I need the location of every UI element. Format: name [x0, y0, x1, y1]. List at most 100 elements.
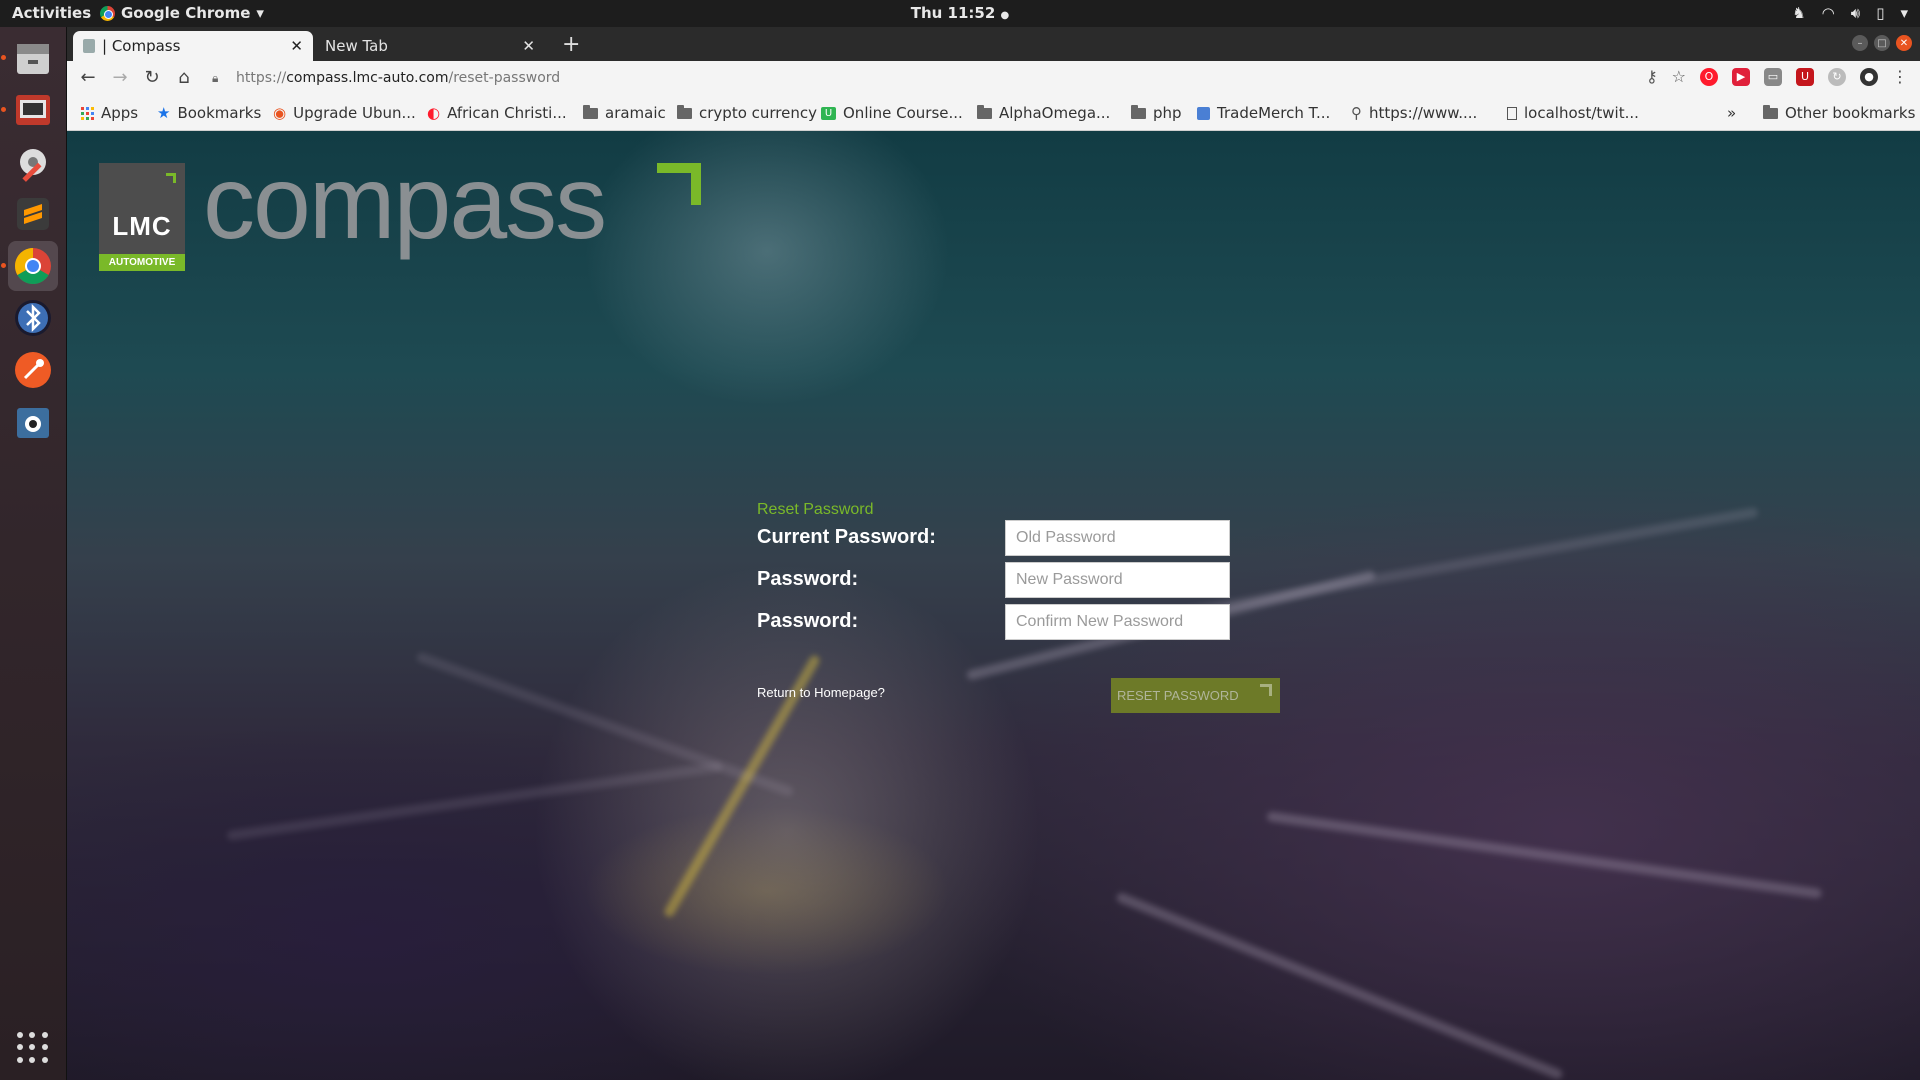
bookmark-localhost-twit[interactable]: localhost/twit...	[1507, 104, 1639, 122]
opera-extension-icon[interactable]: O	[1700, 67, 1718, 86]
bookmark-label: TradeMerch T...	[1217, 104, 1331, 122]
reset-button-label: RESET PASSWORD	[1117, 688, 1239, 703]
page-favicon-icon	[83, 39, 95, 53]
volume-icon[interactable]: 🔊︎	[1851, 4, 1860, 22]
return-to-homepage-link[interactable]: Return to Homepage?	[757, 685, 885, 700]
bookmark-upgrade-ubuntu[interactable]: ◉ Upgrade Ubun...	[273, 104, 416, 122]
battery-icon[interactable]: ▯	[1876, 4, 1884, 22]
tab-new-tab[interactable]: New Tab ✕	[315, 31, 545, 61]
key-icon[interactable]: ⚷	[1646, 67, 1658, 86]
chevron-down-icon: ▾	[256, 4, 264, 22]
home-icon[interactable]: ⌂	[171, 65, 197, 91]
tab-label: | Compass	[102, 37, 181, 55]
wordmark-corner-mark	[657, 163, 701, 205]
bookmark-label: Apps	[101, 104, 139, 122]
bookmark-aramaic[interactable]: aramaic	[583, 104, 666, 122]
maximize-icon[interactable]: □	[1874, 35, 1890, 51]
folder-icon	[977, 104, 992, 119]
sublime-text-icon[interactable]	[8, 189, 58, 239]
folder-icon	[677, 104, 692, 119]
system-top-bar: Activities Google Chrome ▾ Thu 11:52 ● ♞…	[0, 0, 1920, 27]
reload-icon[interactable]: ↻	[139, 65, 165, 91]
files-icon[interactable]	[8, 33, 58, 83]
extension-icon[interactable]: ▭	[1764, 67, 1782, 86]
lmc-logo[interactable]: LMC AUTOMOTIVE	[99, 163, 185, 271]
new-tab-icon[interactable]: +	[562, 32, 580, 57]
forward-arrow-icon[interactable]: →	[107, 65, 133, 91]
ubuntu-icon: ◉	[273, 104, 287, 122]
page-icon	[1507, 106, 1517, 120]
menu-kebab-icon[interactable]: ⋮	[1892, 67, 1908, 86]
bookmark-label: Other bookmarks	[1785, 104, 1916, 122]
site-icon: ⚲	[1351, 104, 1362, 122]
url-path: /reset-password	[448, 70, 561, 86]
presentation-app-icon[interactable]	[8, 85, 58, 135]
bookmark-label: crypto currency	[699, 104, 817, 122]
new-password-label: Password:	[757, 568, 859, 590]
background-light-streak	[1115, 891, 1564, 1080]
close-tab-icon[interactable]: ✕	[522, 37, 535, 55]
lock-icon: 🔒︎	[212, 70, 219, 85]
close-window-icon[interactable]: ✕	[1896, 35, 1912, 51]
compass-wordmark: compass	[203, 145, 607, 261]
bookmark-trademerch[interactable]: TradeMerch T...	[1197, 104, 1330, 122]
minimize-icon[interactable]: –	[1852, 35, 1868, 51]
bookmark-https-www[interactable]: ⚲ https://www....	[1351, 104, 1477, 122]
confirm-password-input[interactable]	[1005, 604, 1230, 640]
close-tab-icon[interactable]: ✕	[290, 37, 303, 55]
bookmark-label: https://www....	[1369, 104, 1478, 122]
bookmark-label: aramaic	[605, 104, 666, 122]
bookmark-bookmarks[interactable]: ★ Bookmarks	[157, 104, 261, 122]
bookmark-star-icon[interactable]: ☆	[1672, 67, 1686, 86]
button-tick-icon	[1260, 684, 1272, 696]
bookmark-online-courses[interactable]: U Online Course...	[821, 104, 963, 122]
wifi-icon[interactable]: ◠	[1822, 4, 1835, 22]
other-bookmarks[interactable]: Other bookmarks	[1763, 104, 1915, 122]
ublock-icon[interactable]: U	[1796, 67, 1814, 86]
folder-icon	[1763, 104, 1778, 119]
bluetooth-app-icon[interactable]	[8, 293, 58, 343]
old-password-input[interactable]	[1005, 520, 1230, 556]
user-icon[interactable]: ♞	[1792, 4, 1805, 22]
apps-grid-icon	[81, 106, 94, 120]
url-host: compass.lmc-auto.com	[286, 70, 449, 86]
postman-icon[interactable]	[8, 345, 58, 395]
tab-strip: | Compass ✕ New Tab ✕ + – □ ✕	[67, 27, 1920, 61]
bookmark-label: php	[1153, 104, 1182, 122]
udemy-icon: U	[821, 106, 836, 120]
tab-label: New Tab	[325, 37, 388, 55]
system-menu-chevron-icon[interactable]: ▾	[1900, 4, 1908, 22]
notification-dot-icon: ●	[1000, 10, 1010, 21]
app-menu[interactable]: Google Chrome ▾	[100, 4, 264, 22]
doc-icon	[1197, 106, 1210, 120]
bookmark-african-christian[interactable]: ◐ African Christi...	[427, 104, 567, 122]
star-icon: ★	[157, 104, 171, 122]
activities-button[interactable]: Activities	[12, 4, 91, 22]
bookmark-label: Bookmarks	[177, 104, 262, 122]
sync-extension-icon[interactable]: ↻	[1828, 67, 1846, 86]
new-password-input[interactable]	[1005, 562, 1230, 598]
bookmark-php[interactable]: php	[1131, 104, 1182, 122]
bookmark-label: Upgrade Ubun...	[293, 104, 416, 122]
tab-compass[interactable]: | Compass ✕	[73, 31, 313, 61]
background-light-streak	[226, 761, 723, 841]
bookmark-crypto-currency[interactable]: crypto currency	[677, 104, 817, 122]
dock	[0, 27, 67, 1080]
video-extension-icon[interactable]: ▶	[1732, 67, 1750, 86]
bookmark-alphaomega[interactable]: AlphaOmega...	[977, 104, 1110, 122]
reset-password-button[interactable]: RESET PASSWORD	[1111, 678, 1280, 713]
clock[interactable]: Thu 11:52	[911, 4, 996, 22]
bookmark-apps[interactable]: Apps	[81, 104, 138, 122]
show-applications-icon[interactable]	[17, 1032, 49, 1064]
background-light-streak	[415, 651, 795, 798]
url-scheme: https://	[236, 70, 287, 86]
back-arrow-icon[interactable]: ←	[75, 65, 101, 91]
settings-icon[interactable]	[8, 137, 58, 187]
chrome-dock-icon[interactable]	[8, 241, 58, 291]
screenshot-tool-icon[interactable]	[8, 397, 58, 447]
logo-text: LMC	[112, 211, 172, 241]
profile-avatar[interactable]: ●	[1860, 67, 1878, 86]
bookmarks-overflow-chevron[interactable]: »	[1727, 104, 1736, 122]
address-bar[interactable]: 🔒︎ https://compass.lmc-auto.com/reset-pa…	[212, 64, 1632, 92]
bookmark-label: localhost/twit...	[1524, 104, 1639, 122]
